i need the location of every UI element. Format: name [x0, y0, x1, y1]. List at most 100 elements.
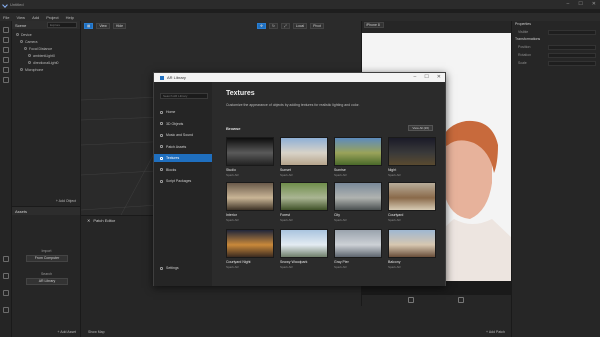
upload-icon[interactable] — [3, 256, 9, 262]
library-nav-item[interactable]: Patch Assets — [154, 143, 212, 151]
texture-icon — [160, 156, 163, 160]
layers-icon[interactable] — [3, 47, 9, 53]
help-icon[interactable] — [3, 77, 9, 83]
tree-item-microphone[interactable]: Microphone — [12, 66, 80, 73]
texture-source: Spark AR — [280, 173, 293, 177]
tree-item-camera[interactable]: Camera — [12, 38, 80, 45]
texture-card[interactable]: Courtyard Night Spark AR — [226, 229, 274, 269]
texture-card[interactable]: City Spark AR — [334, 182, 382, 222]
texture-thumbnail — [388, 229, 436, 258]
texture-card[interactable]: Balcony Spark AR — [388, 229, 436, 269]
texture-source: Spark AR — [226, 218, 239, 222]
test-device-icon[interactable] — [3, 273, 9, 279]
settings-icon[interactable] — [3, 57, 9, 63]
visible-label: Visible — [518, 30, 529, 34]
tree-item-ambient-light[interactable]: ambientLight0 — [12, 52, 80, 59]
dialog-maximize-icon[interactable]: ☐ — [424, 74, 428, 80]
import-from-computer-button[interactable]: From Computer — [26, 255, 68, 262]
library-nav-item[interactable]: Blocks — [154, 166, 212, 174]
dialog-title: AR Library — [167, 75, 186, 80]
close-patch-editor-icon[interactable]: ✕ — [87, 218, 90, 223]
close-icon[interactable]: ✕ — [592, 1, 596, 7]
scene-search-input[interactable]: Explore — [47, 22, 77, 28]
2d-3d-toggle[interactable]: ▦ — [84, 22, 94, 29]
view-all-button[interactable]: View All (26) — [408, 125, 433, 131]
texture-card[interactable]: Forest Spark AR — [280, 182, 328, 222]
menu-help[interactable]: Help — [66, 15, 74, 20]
texture-name: Sunset — [280, 168, 291, 172]
texture-source: Spark AR — [226, 265, 239, 269]
maximize-icon[interactable]: ☐ — [578, 1, 582, 7]
ar-library-button[interactable]: AR Library — [26, 278, 68, 285]
focal-icon — [24, 47, 27, 50]
touch-toggle-icon[interactable] — [458, 297, 464, 303]
show-map-button[interactable]: Show Map — [88, 330, 105, 334]
local-toggle[interactable]: Local — [292, 22, 308, 29]
menu-file[interactable]: File — [3, 15, 9, 20]
menu-view[interactable]: View — [16, 15, 25, 20]
gear-icon — [160, 266, 163, 270]
app-logo-icon — [2, 1, 8, 8]
texture-card[interactable]: Sunrise Spark AR — [334, 137, 382, 177]
minimize-icon[interactable]: – — [567, 1, 570, 7]
pivot-toggle[interactable]: Pivot — [310, 22, 324, 29]
device-icon — [16, 33, 19, 36]
menu-add[interactable]: Add — [32, 15, 39, 20]
settings-nav[interactable]: Settings — [154, 264, 212, 272]
rotate-tool-icon[interactable]: ↻ — [268, 22, 278, 29]
comment-icon[interactable] — [3, 67, 9, 73]
texture-name: Balcony — [388, 260, 401, 264]
tree-item-directional-light[interactable]: directionalLight0 — [12, 59, 80, 66]
viewport-toolbar: ▦ View Hide ✥ ↻ ⤢ Local Pivot — [81, 21, 361, 30]
texture-card[interactable]: Night Spark AR — [388, 137, 436, 177]
position-field[interactable] — [548, 45, 596, 50]
texture-thumbnail — [388, 137, 436, 166]
tree-item-device[interactable]: Device — [12, 31, 80, 38]
library-nav-item[interactable]: 3D Objects — [154, 120, 212, 128]
add-asset-button[interactable]: + Add Asset — [57, 330, 76, 334]
publish-icon[interactable] — [3, 307, 9, 313]
texture-name: Gray Pier — [334, 260, 349, 264]
move-tool-icon[interactable]: ✥ — [257, 22, 266, 29]
microphone-icon — [20, 68, 23, 71]
texture-card[interactable]: Gray Pier Spark AR — [334, 229, 382, 269]
texture-card[interactable]: Studio Spark AR — [226, 137, 274, 177]
library-nav-item[interactable]: Textures — [154, 154, 212, 162]
dialog-minimize-icon[interactable]: – — [414, 74, 417, 80]
texture-card[interactable]: Sunset Spark AR — [280, 137, 328, 177]
texture-card[interactable]: Snowy Woodpark Spark AR — [280, 229, 328, 269]
library-search-input[interactable]: Search AR Library — [160, 93, 208, 99]
device-dropdown[interactable]: iPhone 8 — [364, 22, 384, 28]
dialog-close-icon[interactable]: ✕ — [437, 74, 441, 80]
texture-source: Spark AR — [280, 218, 293, 222]
camera-toggle-icon[interactable] — [408, 297, 414, 303]
tool-rail — [0, 21, 12, 337]
texture-card[interactable]: Interior Spark AR — [226, 182, 274, 222]
library-nav-item[interactable]: Script Packages — [154, 177, 212, 185]
view-dropdown[interactable]: View — [96, 22, 110, 29]
texture-source: Spark AR — [334, 173, 347, 177]
export-icon[interactable] — [3, 290, 9, 296]
texture-thumbnail — [226, 229, 274, 258]
video-icon[interactable] — [3, 37, 9, 43]
tree-item-focal-distance[interactable]: Focal Distance — [12, 45, 80, 52]
texture-thumbnail — [280, 137, 328, 166]
assets-panel: Assets Import From Computer Search AR Li… — [12, 206, 81, 337]
add-patch-button[interactable]: + Add Patch — [486, 330, 505, 334]
add-object-button[interactable]: + Add Object — [56, 199, 76, 203]
search-label: Search — [40, 272, 53, 276]
visible-field[interactable] — [548, 30, 596, 35]
library-nav-item[interactable]: Home — [154, 108, 212, 116]
texture-source: Spark AR — [226, 173, 239, 177]
hide-dropdown[interactable]: Hide — [112, 22, 127, 29]
texture-card[interactable]: Courtyard Spark AR — [388, 182, 436, 222]
texture-thumbnail — [280, 229, 328, 258]
scene-icon[interactable] — [3, 27, 9, 33]
scene-title: Scene — [15, 22, 27, 28]
scale-tool-icon[interactable]: ⤢ — [280, 22, 290, 29]
scale-field[interactable] — [548, 61, 596, 66]
texture-name: City — [334, 213, 341, 217]
library-nav-item[interactable]: Music and Sound — [154, 131, 212, 139]
rotation-field[interactable] — [548, 53, 596, 58]
menu-project[interactable]: Project — [46, 15, 58, 20]
